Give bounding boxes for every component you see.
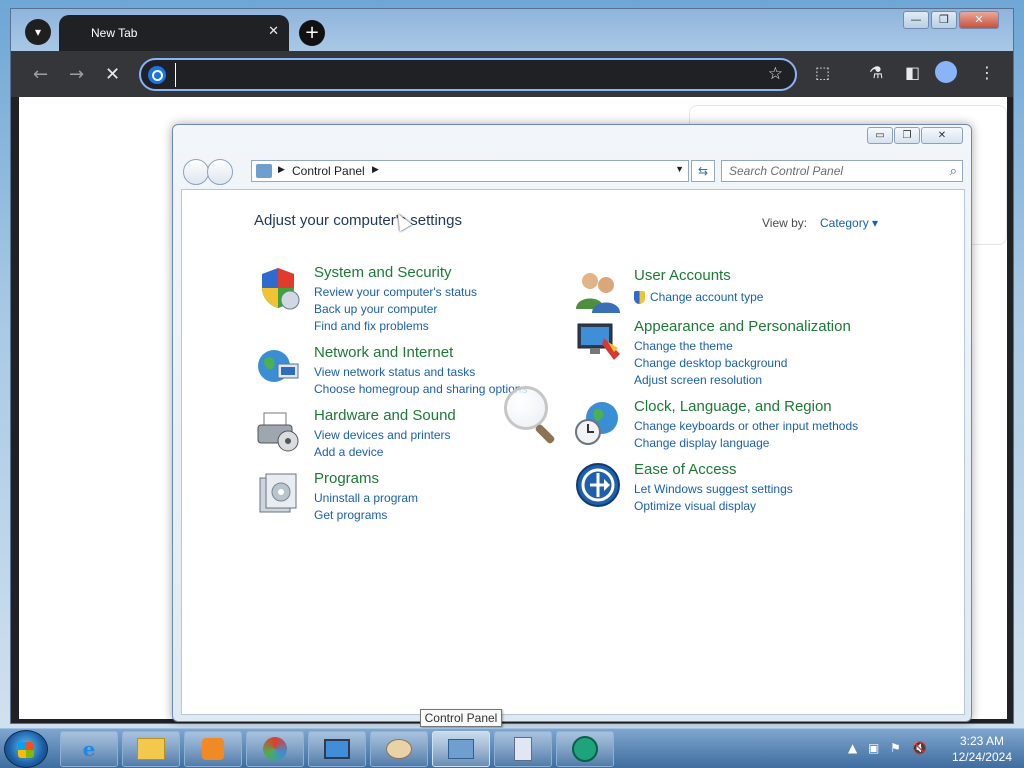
breadcrumb-control-panel[interactable]: Control Panel: [292, 164, 365, 178]
link-network-status[interactable]: View network status and tasks: [314, 364, 527, 381]
cp-navigation-buttons: [183, 159, 233, 185]
page-title: Adjust your computer's settings: [254, 212, 462, 229]
paint-tool-icon[interactable]: [246, 731, 304, 767]
control-panel-icon: [256, 164, 272, 178]
maximize-button[interactable]: ❐: [931, 11, 957, 29]
media-player-icon[interactable]: [184, 731, 242, 767]
link-windows-suggest-settings[interactable]: Let Windows suggest settings: [634, 481, 793, 498]
tab-strip: ▾ New Tab ✕ + — ❐ ✕: [11, 9, 1013, 51]
app-circle-icon[interactable]: [556, 731, 614, 767]
monitor-paint-icon: [577, 323, 620, 360]
profile-avatar-icon[interactable]: [935, 61, 957, 83]
control-panel-window-controls: ▭ ❐ ✕: [867, 127, 963, 144]
paint-palette-icon[interactable]: [370, 731, 428, 767]
category-title[interactable]: Ease of Access: [634, 461, 737, 478]
users-icon: [576, 273, 620, 313]
control-panel-window: ▭ ❐ ✕ ▶ Control Panel ▶ ▼ ⇆ Search Contr…: [172, 124, 972, 722]
omnibox-input[interactable]: [175, 63, 735, 87]
link-homegroup-sharing[interactable]: Choose homegroup and sharing options: [314, 381, 527, 398]
category-title[interactable]: User Accounts: [634, 267, 731, 284]
action-center-flag-icon[interactable]: ⚑: [890, 741, 901, 755]
cp-content-area: Adjust your computer's settings View by:…: [181, 189, 965, 715]
category-title[interactable]: Clock, Language, and Region: [634, 398, 832, 415]
folder-icon[interactable]: [122, 731, 180, 767]
cp-back-button[interactable]: [183, 159, 209, 185]
link-backup[interactable]: Back up your computer: [314, 301, 477, 318]
category-title[interactable]: System and Security: [314, 264, 452, 281]
link-screen-resolution[interactable]: Adjust screen resolution: [634, 372, 787, 389]
view-by-dropdown[interactable]: Category ▾: [820, 216, 878, 230]
volume-muted-icon[interactable]: 🔇: [912, 741, 927, 755]
category-title[interactable]: Appearance and Personalization: [634, 318, 851, 335]
search-icon: [148, 66, 166, 84]
start-button[interactable]: [4, 730, 48, 768]
search-icon[interactable]: ⌕: [950, 163, 957, 179]
browser-window-controls: — ❐ ✕: [903, 11, 999, 29]
cp-search-placeholder: Search Control Panel: [729, 164, 844, 178]
calculator-icon[interactable]: [494, 731, 552, 767]
printer-icon: [257, 412, 299, 452]
address-dropdown-icon[interactable]: ▼: [675, 164, 684, 174]
breadcrumb-arrow-icon[interactable]: ▶: [278, 164, 285, 175]
category-title[interactable]: Hardware and Sound: [314, 407, 456, 424]
close-button[interactable]: ✕: [959, 11, 999, 29]
tab-title: New Tab: [91, 26, 138, 40]
link-change-account-type[interactable]: Change account type: [634, 289, 763, 306]
link-uninstall-program[interactable]: Uninstall a program: [314, 490, 418, 507]
programs-icon: [259, 473, 297, 513]
browser-toolbar: ← → ✕ ☆ ⬚ ⚗ ◧ ⋮: [11, 51, 1013, 97]
show-hidden-icons-icon[interactable]: ▲: [848, 741, 857, 755]
magnifier-icon: [504, 386, 548, 430]
clock[interactable]: 3:23 AM 12/24/2024: [952, 733, 1012, 765]
system-tray: ▲ ▣ ⚑ 🔇 3:23 AM 12/24/2024: [844, 729, 1024, 768]
cp-minimize-button[interactable]: ▭: [867, 127, 893, 144]
clock-date: 12/24/2024: [951, 750, 1012, 764]
view-by-label: View by:: [762, 216, 808, 230]
clock-globe-icon: [575, 402, 618, 445]
labs-flask-icon[interactable]: ⚗: [869, 63, 883, 82]
network-icon[interactable]: ▣: [868, 741, 879, 755]
tab-search-dropdown-icon[interactable]: ▾: [25, 19, 51, 45]
link-devices-printers[interactable]: View devices and printers: [314, 427, 451, 444]
minimize-button[interactable]: —: [903, 11, 929, 29]
back-arrow-icon[interactable]: ←: [33, 64, 48, 85]
new-tab-button[interactable]: +: [299, 20, 325, 46]
menu-kebab-icon[interactable]: ⋮: [979, 63, 995, 82]
breadcrumb-arrow-icon[interactable]: ▶: [372, 164, 379, 175]
ease-of-access-icon: [576, 463, 620, 507]
stop-loading-icon[interactable]: ✕: [105, 64, 120, 85]
link-add-device[interactable]: Add a device: [314, 444, 451, 461]
cp-search-box[interactable]: Search Control Panel ⌕: [721, 160, 963, 182]
link-find-fix-problems[interactable]: Find and fix problems: [314, 318, 477, 335]
cp-maximize-button[interactable]: ❐: [894, 127, 920, 144]
link-optimize-visual-display[interactable]: Optimize visual display: [634, 498, 793, 515]
internet-explorer-icon[interactable]: e: [60, 731, 118, 767]
globe-network-icon: [258, 350, 299, 382]
control-panel-icon[interactable]: [432, 731, 490, 767]
tab-new-tab[interactable]: New Tab ✕: [59, 15, 289, 51]
computer-icon[interactable]: [308, 731, 366, 767]
refresh-button[interactable]: ⇆: [691, 160, 715, 182]
link-desktop-background[interactable]: Change desktop background: [634, 355, 787, 372]
link-change-keyboards[interactable]: Change keyboards or other input methods: [634, 418, 858, 435]
omnibox[interactable]: ☆: [139, 58, 797, 91]
extensions-icon[interactable]: ⬚: [815, 63, 830, 82]
link-display-language[interactable]: Change display language: [634, 435, 858, 452]
category-title[interactable]: Programs: [314, 470, 379, 487]
cp-close-button[interactable]: ✕: [921, 127, 963, 144]
tab-close-icon[interactable]: ✕: [268, 24, 279, 39]
taskbar-tooltip: Control Panel: [420, 709, 502, 727]
cp-address-bar[interactable]: ▶ Control Panel ▶ ▼: [251, 160, 689, 182]
clock-time: 3:23 AM: [959, 734, 1004, 748]
category-title[interactable]: Network and Internet: [314, 344, 453, 361]
link-change-theme[interactable]: Change the theme: [634, 338, 787, 355]
shield-icon: [262, 268, 300, 310]
forward-arrow-icon[interactable]: →: [69, 64, 84, 85]
side-panel-icon[interactable]: ◧: [905, 63, 920, 82]
taskbar: e ▲ ▣ ⚑ 🔇 3:23 AM 12/24/2024: [0, 728, 1024, 768]
link-review-status[interactable]: Review your computer's status: [314, 284, 477, 301]
cp-forward-button[interactable]: [207, 159, 233, 185]
bookmark-star-icon[interactable]: ☆: [768, 64, 783, 84]
link-get-programs[interactable]: Get programs: [314, 507, 418, 524]
